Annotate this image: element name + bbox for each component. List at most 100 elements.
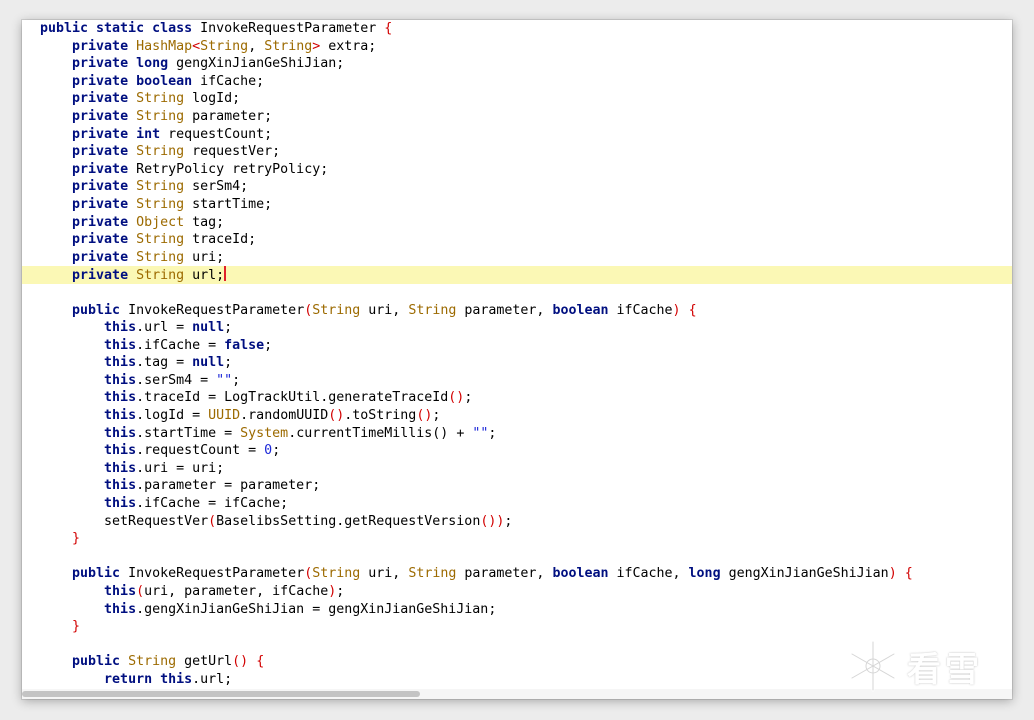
code-line[interactable]: public InvokeRequestParameter(String uri…: [22, 302, 1012, 320]
code-token: ;: [272, 443, 281, 459]
code-token: this: [104, 355, 137, 371]
code-line[interactable]: private String requestVer;: [22, 143, 1012, 161]
code-token: .serSm4 =: [136, 372, 217, 388]
code-token: private: [72, 214, 137, 230]
code-line[interactable]: [22, 548, 1012, 566]
code-token: .traceId = LogTrackUtil.generateTraceId: [136, 390, 449, 406]
code-line[interactable]: setRequestVer(BaselibsSetting.getRequest…: [22, 513, 1012, 531]
code-line[interactable]: this.traceId = LogTrackUtil.generateTrac…: [22, 389, 1012, 407]
code-token: .url;: [192, 671, 233, 687]
code-token: boolean: [552, 302, 609, 318]
code-line[interactable]: this.startTime = System.currentTimeMilli…: [22, 425, 1012, 443]
code-line[interactable]: [22, 284, 1012, 302]
code-token: long: [688, 566, 721, 582]
code-token: this: [160, 671, 193, 687]
code-token: "": [216, 372, 233, 388]
code-token: {: [904, 566, 913, 582]
code-token: <: [192, 38, 201, 54]
code-line[interactable]: private RetryPolicy retryPolicy;: [22, 161, 1012, 179]
code-line[interactable]: private int requestCount;: [22, 126, 1012, 144]
code-token: private: [72, 108, 137, 124]
code-line[interactable]: }: [22, 530, 1012, 548]
code-token: }: [72, 531, 81, 547]
code-token: .gengXinJianGeShiJian = gengXinJianGeShi…: [136, 601, 497, 617]
code-token: this: [104, 496, 137, 512]
code-line[interactable]: this.uri = uri;: [22, 460, 1012, 478]
code-token: serSm4;: [184, 179, 249, 195]
code-token: private: [72, 73, 137, 89]
code-line[interactable]: private long gengXinJianGeShiJian;: [22, 55, 1012, 73]
code-token: setRequestVer: [40, 513, 209, 529]
code-line[interactable]: this.url = null;: [22, 319, 1012, 337]
code-line[interactable]: private String traceId;: [22, 231, 1012, 249]
code-token: traceId;: [184, 232, 257, 248]
code-token: parameter;: [184, 108, 273, 124]
code-line[interactable]: this(uri, parameter, ifCache);: [22, 583, 1012, 601]
code-token: String: [408, 302, 457, 318]
code-token: uri, parameter, ifCache: [144, 584, 329, 599]
code-token: {: [688, 302, 697, 318]
code-line[interactable]: this.parameter = parameter;: [22, 477, 1012, 495]
code-line[interactable]: private String startTime;: [22, 196, 1012, 214]
code-token: .ifCache = ifCache;: [136, 496, 289, 512]
code-line[interactable]: private HashMap<String, String> extra;: [22, 38, 1012, 56]
code-line[interactable]: this.logId = UUID.randomUUID().toString(…: [22, 407, 1012, 425]
code-line[interactable]: private Object tag;: [22, 214, 1012, 232]
code-token: ifCache;: [192, 73, 265, 89]
code-line[interactable]: private String logId;: [22, 90, 1012, 108]
code-token: startTime;: [184, 196, 273, 212]
code-token: this: [104, 601, 137, 617]
code-token: ;: [224, 320, 233, 336]
code-token: "": [472, 425, 489, 441]
code-token: .randomUUID: [240, 408, 329, 424]
code-token: InvokeRequestParameter: [128, 566, 305, 582]
code-line[interactable]: this.tag = null;: [22, 354, 1012, 372]
code-token: String: [408, 566, 457, 582]
code-token: extra;: [320, 38, 377, 54]
code-area[interactable]: public static class InvokeRequestParamet…: [22, 20, 1012, 689]
code-line[interactable]: public InvokeRequestParameter(String uri…: [22, 565, 1012, 583]
code-token: (: [136, 584, 145, 599]
code-token: ;: [464, 390, 473, 406]
code-line[interactable]: this.gengXinJianGeShiJian = gengXinJianG…: [22, 601, 1012, 619]
code-token: private: [72, 126, 137, 142]
code-token: url;: [184, 268, 225, 284]
code-line[interactable]: public static class InvokeRequestParamet…: [22, 20, 1012, 38]
code-line[interactable]: private String url;: [22, 266, 1012, 284]
horizontal-scrollbar-thumb[interactable]: [22, 691, 420, 697]
code-line[interactable]: this.requestCount = 0;: [22, 442, 1012, 460]
code-line[interactable]: this.ifCache = ifCache;: [22, 495, 1012, 513]
code-token: gengXinJianGeShiJian;: [168, 56, 345, 72]
code-token: null: [192, 320, 225, 336]
code-token: private: [72, 196, 137, 212]
code-token: public: [72, 566, 129, 582]
code-line[interactable]: this.ifCache = false;: [22, 337, 1012, 355]
code-token: String: [136, 91, 185, 107]
code-token: .logId =: [136, 408, 209, 424]
code-line[interactable]: private String parameter;: [22, 108, 1012, 126]
code-line[interactable]: private boolean ifCache;: [22, 73, 1012, 91]
code-token: this: [104, 408, 137, 424]
code-token: private: [72, 268, 137, 284]
code-line[interactable]: private String serSm4;: [22, 178, 1012, 196]
code-line[interactable]: this.serSm4 = "";: [22, 372, 1012, 390]
code-token: getUrl: [176, 654, 233, 670]
code-line[interactable]: private String uri;: [22, 249, 1012, 267]
code-token: System: [240, 425, 289, 441]
code-token: .toString: [344, 408, 417, 424]
code-token: ;: [336, 584, 345, 599]
